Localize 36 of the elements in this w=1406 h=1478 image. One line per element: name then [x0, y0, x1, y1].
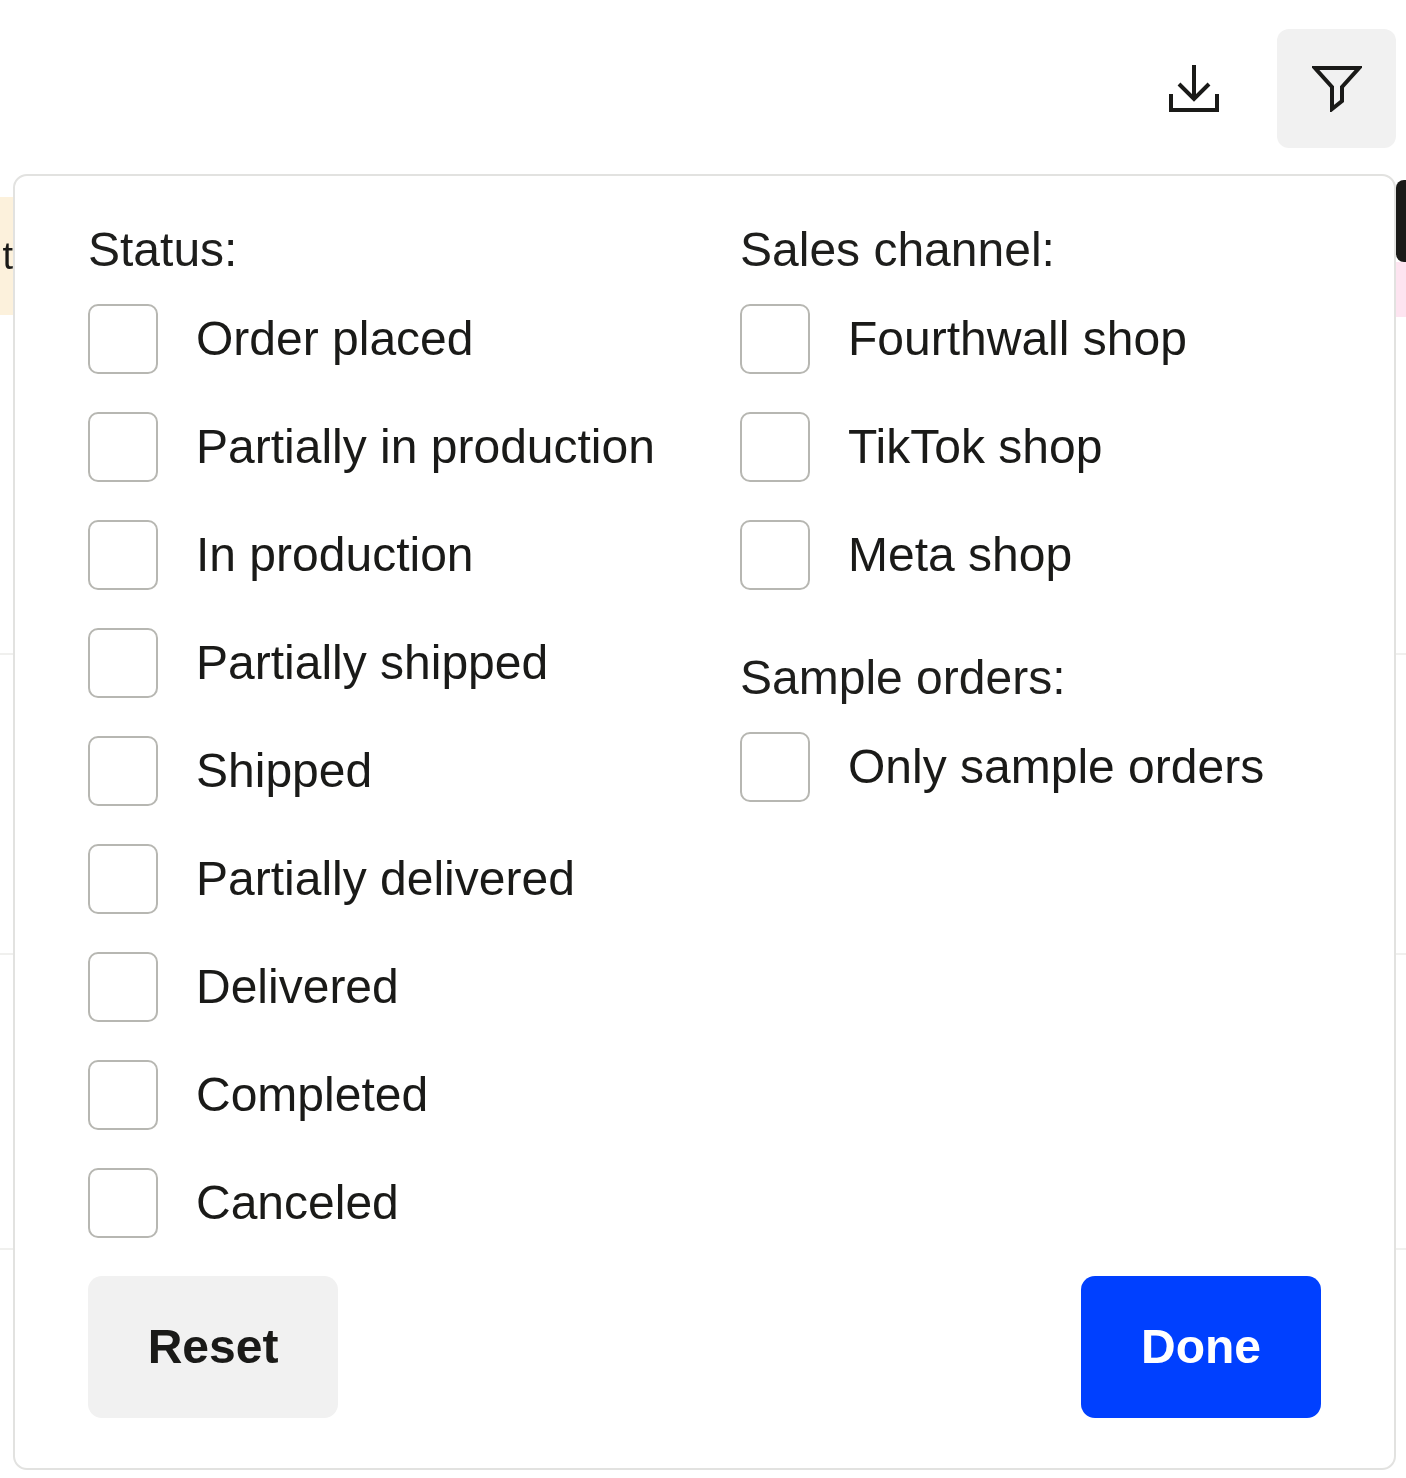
- option-label[interactable]: Fourthwall shop: [848, 311, 1187, 367]
- option-label[interactable]: Partially in production: [196, 419, 655, 475]
- checkbox[interactable]: [88, 304, 158, 374]
- option-label[interactable]: Meta shop: [848, 527, 1073, 583]
- tag: t: [0, 197, 13, 315]
- option-label[interactable]: Partially shipped: [196, 635, 549, 691]
- reset-button[interactable]: Reset: [88, 1276, 338, 1418]
- checkbox[interactable]: [740, 304, 810, 374]
- group-heading: Status:: [88, 222, 239, 278]
- filter-icon: [1311, 65, 1362, 112]
- option-label[interactable]: Canceled: [196, 1175, 399, 1231]
- checkbox[interactable]: [88, 1168, 158, 1238]
- checkbox[interactable]: [88, 736, 158, 806]
- option-label[interactable]: Completed: [196, 1067, 429, 1123]
- filter-button[interactable]: [1277, 29, 1396, 148]
- option-label[interactable]: Delivered: [196, 959, 399, 1015]
- checkbox[interactable]: [88, 412, 158, 482]
- option-label[interactable]: TikTok shop: [848, 419, 1103, 475]
- checkbox[interactable]: [88, 520, 158, 590]
- row-highlight: [1396, 262, 1406, 317]
- checkbox[interactable]: [88, 1060, 158, 1130]
- option-label[interactable]: Shipped: [196, 743, 373, 799]
- group-heading: Sales channel:: [740, 222, 1056, 278]
- download-icon: [1168, 65, 1219, 112]
- checkbox[interactable]: [88, 844, 158, 914]
- option-label[interactable]: In production: [196, 527, 474, 583]
- option-label[interactable]: Partially delivered: [196, 851, 575, 907]
- checkbox[interactable]: [88, 628, 158, 698]
- done-button[interactable]: Done: [1081, 1276, 1321, 1418]
- checkbox[interactable]: [740, 412, 810, 482]
- checkbox[interactable]: [740, 520, 810, 590]
- option-label[interactable]: Order placed: [196, 311, 474, 367]
- option-label[interactable]: Only sample orders: [848, 739, 1265, 795]
- group-heading: Sample orders:: [740, 650, 1067, 706]
- checkbox[interactable]: [88, 952, 158, 1022]
- checkbox[interactable]: [740, 732, 810, 802]
